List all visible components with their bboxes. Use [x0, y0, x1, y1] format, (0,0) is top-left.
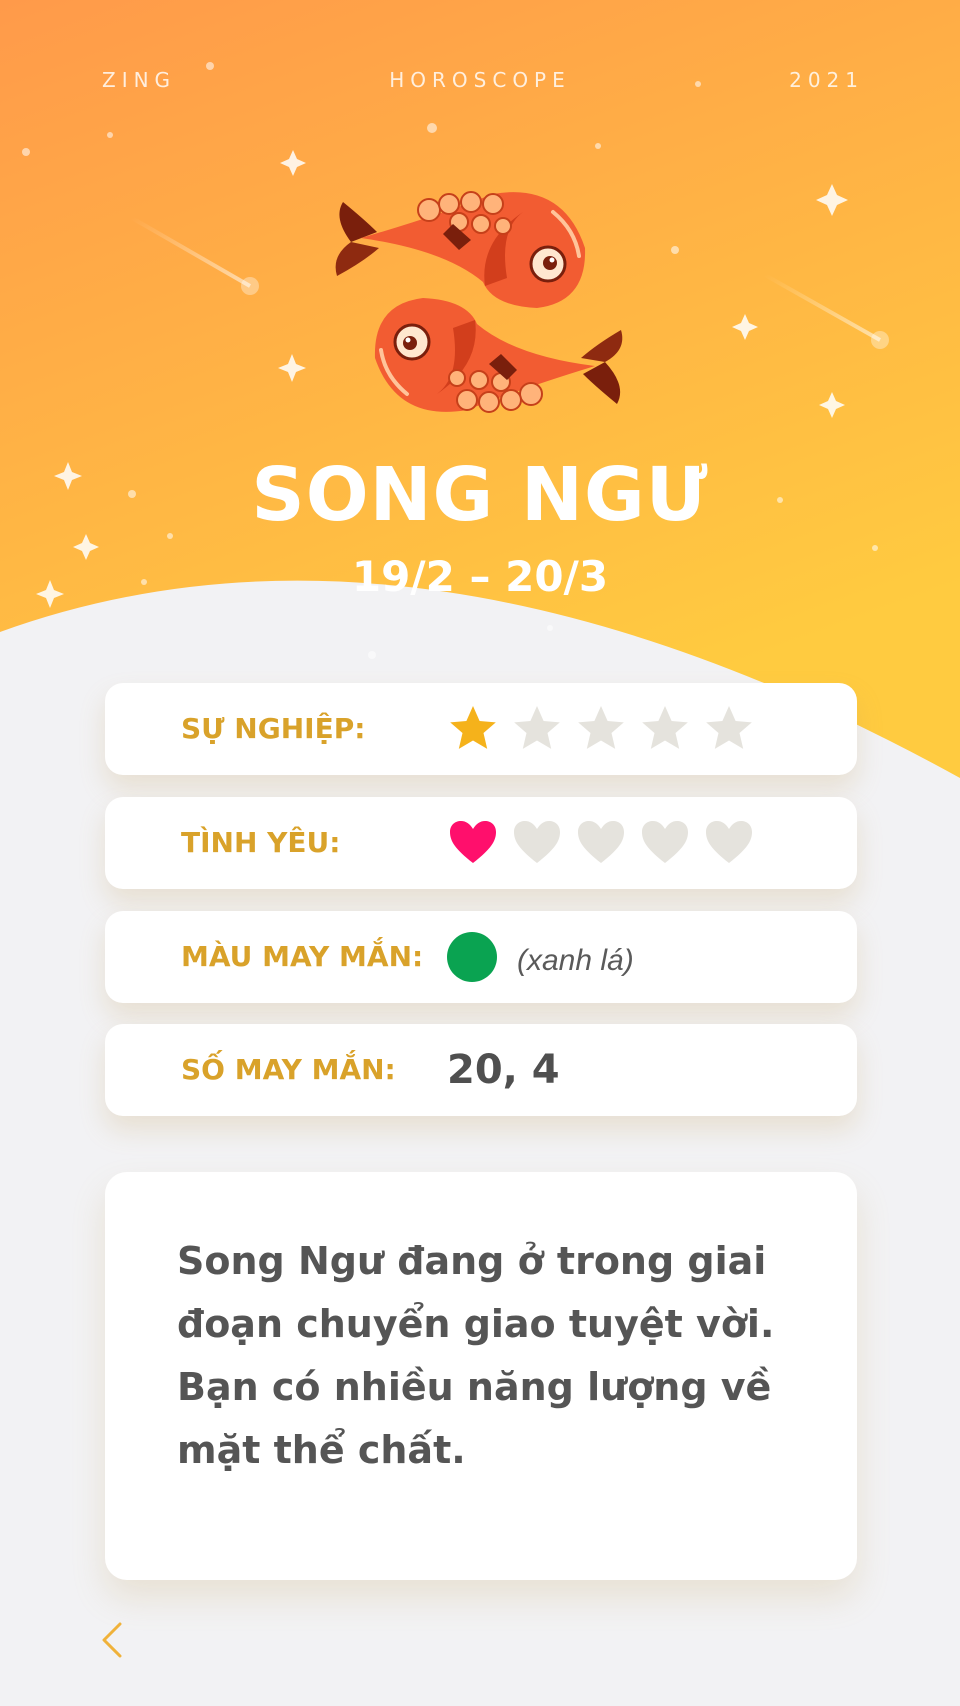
- star-empty-icon: [514, 706, 560, 749]
- heart-empty-icon: [706, 821, 752, 863]
- lucky-color-label: MÀU MAY MẮN:: [181, 940, 424, 973]
- love-label: TÌNH YÊU:: [181, 826, 341, 859]
- love-rating: [447, 817, 767, 869]
- top-bar: ZING HOROSCOPE 2021: [0, 68, 960, 98]
- lucky-number-card: SỐ MAY MẮN: 20, 4: [105, 1024, 857, 1116]
- star-filled-icon: [450, 706, 496, 749]
- lucky-number-value: 20, 4: [447, 1047, 560, 1093]
- career-label: SỰ NGHIỆP:: [181, 712, 366, 745]
- sign-name: SONG NGƯ: [251, 452, 709, 538]
- star-empty-icon: [578, 706, 624, 749]
- lucky-number-label: SỐ MAY MẮN:: [181, 1053, 396, 1086]
- career-card: SỰ NGHIỆP:: [105, 683, 857, 775]
- lucky-color-card: MÀU MAY MẮN: (xanh lá): [105, 911, 857, 1003]
- star-empty-icon: [706, 706, 752, 749]
- lucky-color-swatch: [447, 932, 497, 982]
- love-card: TÌNH YÊU:: [105, 797, 857, 889]
- heart-empty-icon: [514, 821, 560, 863]
- chevron-left-icon[interactable]: [98, 1620, 126, 1660]
- heart-filled-icon: [450, 821, 496, 863]
- lucky-color-name: (xanh lá): [517, 944, 634, 977]
- description-text: Song Ngư đang ở trong giai đoạn chuyển g…: [177, 1239, 775, 1472]
- career-rating: [447, 703, 767, 755]
- heart-empty-icon: [642, 821, 688, 863]
- pisces-fish-icon: [335, 191, 623, 413]
- heart-empty-icon: [578, 821, 624, 863]
- sign-dates: 19/2 – 20/3: [351, 552, 609, 601]
- star-empty-icon: [642, 706, 688, 749]
- year-label: 2021: [789, 68, 864, 92]
- description-card: Song Ngư đang ở trong giai đoạn chuyển g…: [105, 1172, 857, 1580]
